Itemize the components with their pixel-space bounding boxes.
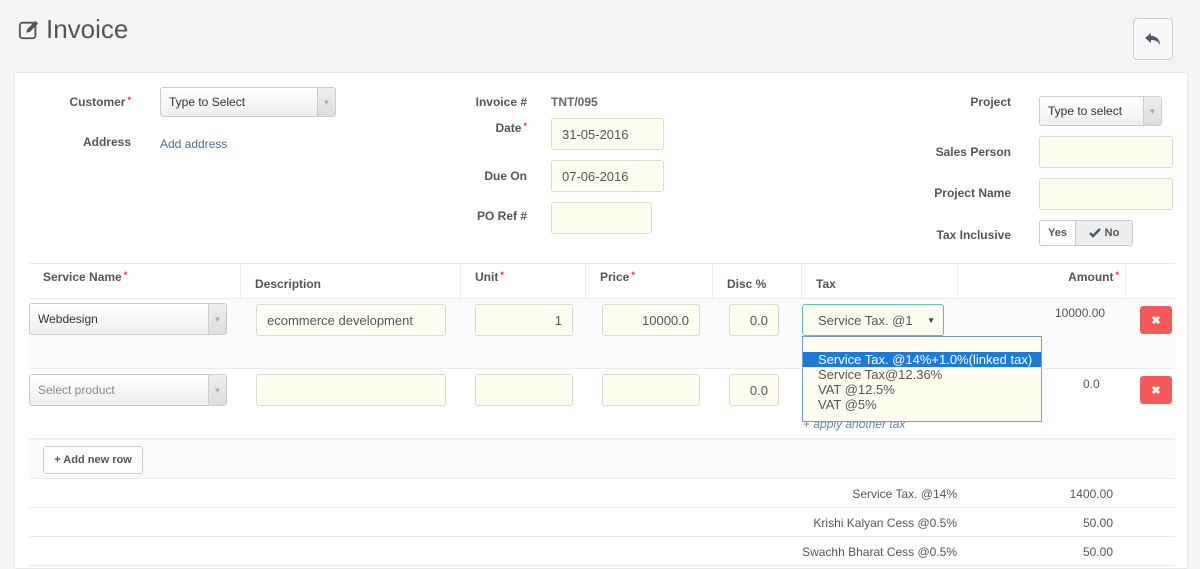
date-label: Date * [495,121,527,135]
add-address-link[interactable]: Add address [160,137,227,151]
tax-option-highlighted[interactable]: Service Tax. @14%+1.0%(linked tax) [803,352,1041,367]
project-select[interactable]: Type to select ▼ [1039,96,1162,126]
due-on-label: Due On [484,169,527,183]
project-name-label: Project Name [934,186,1011,200]
row-amount: 0.0 [1083,377,1100,391]
header-amount: Amount * [958,264,1126,298]
summary-value: 1400.00 [1069,487,1113,501]
header-disc: Disc % [713,264,802,298]
page-title: Invoice [18,14,128,45]
caret-down-icon: ▼ [927,315,935,325]
summary-label: Swachh Bharat Cess @0.5% [802,545,957,559]
tax-select[interactable]: Service Tax. @1 ▼ [802,304,944,336]
chevron-down-icon: ▼ [208,304,226,334]
delete-row-button[interactable]: ✖ [1140,376,1172,404]
price-input[interactable] [602,374,700,406]
project-name-input[interactable] [1039,178,1173,210]
service-select[interactable]: Select product ▼ [29,374,227,406]
price-input[interactable]: 10000.0 [602,304,700,336]
sales-person-input[interactable] [1039,136,1173,168]
unit-input[interactable]: 1 [475,304,573,336]
chevron-down-icon: ▼ [1143,97,1161,125]
sales-person-label: Sales Person [935,145,1011,159]
unit-input[interactable] [475,374,573,406]
disc-input[interactable]: 0.0 [729,374,779,406]
header-service-name: Service Name * [29,264,241,298]
summary-label: Service Tax. @14% [852,487,957,501]
summary-row: Swachh Bharat Cess @0.5% 50.00 [29,537,1175,566]
invoice-number-label: Invoice # [475,95,527,109]
close-icon: ✖ [1151,384,1161,397]
tax-option[interactable]: VAT @12.5% [803,382,1041,397]
invoice-number-value: TNT/095 [551,95,598,109]
summary-label: Krishi Kalyan Cess @0.5% [813,516,957,530]
tax-inclusive-no[interactable]: No [1076,221,1132,245]
header-tax: Tax [802,264,958,298]
service-select[interactable]: Webdesign ▼ [29,303,227,335]
due-on-input[interactable]: 07-06-2016 [551,160,664,192]
back-button[interactable] [1133,18,1173,60]
description-input[interactable]: ecommerce development [256,304,446,336]
chevron-down-icon: ▼ [208,375,226,405]
tax-option[interactable] [803,337,1041,352]
row-amount: 10000.00 [1055,306,1106,320]
reply-icon [1145,33,1160,45]
description-input[interactable] [256,374,446,406]
tax-inclusive-label: Tax Inclusive [936,228,1011,242]
customer-select[interactable]: Type to Select ▼ [160,87,336,117]
line-items-header: Service Name * Description Unit * Price * D… [29,263,1175,299]
chevron-down-icon: ▼ [317,88,335,116]
add-row-bar [29,439,1175,479]
address-label: Address [82,135,131,149]
add-new-row-button[interactable]: + Add new row [43,446,143,474]
tax-inclusive-yes[interactable]: Yes [1040,221,1076,245]
page-title-text: Invoice [46,14,129,44]
invoice-panel: Customer * Type to Select ▼ Address Add ad… [14,72,1188,569]
edit-icon [18,20,39,39]
po-ref-input[interactable] [551,202,652,234]
summary-row: Krishi Kalyan Cess @0.5% 50.00 [29,508,1175,537]
header-description: Description [241,264,461,298]
tax-option[interactable]: VAT @5% [803,397,1041,412]
summary-row: Service Tax. @14% 1400.00 [29,479,1175,508]
project-label: Project [970,95,1011,109]
summary-value: 50.00 [1082,516,1113,530]
delete-row-button[interactable]: ✖ [1140,306,1172,334]
header-price: Price * [586,264,713,298]
check-icon [1088,228,1101,238]
summary-value: 50.00 [1082,545,1113,559]
header-unit: Unit * [461,264,586,298]
close-icon: ✖ [1151,314,1161,327]
customer-label: Customer * [69,95,131,109]
po-ref-label: PO Ref # [476,209,527,223]
tax-option[interactable]: Service Tax@12.36% [803,367,1041,382]
tax-dropdown: Service Tax. @14%+1.0%(linked tax) Servi… [802,336,1042,422]
disc-input[interactable]: 0.0 [729,304,779,336]
date-input[interactable]: 31-05-2016 [551,118,664,150]
tax-inclusive-toggle: Yes No [1039,220,1133,246]
